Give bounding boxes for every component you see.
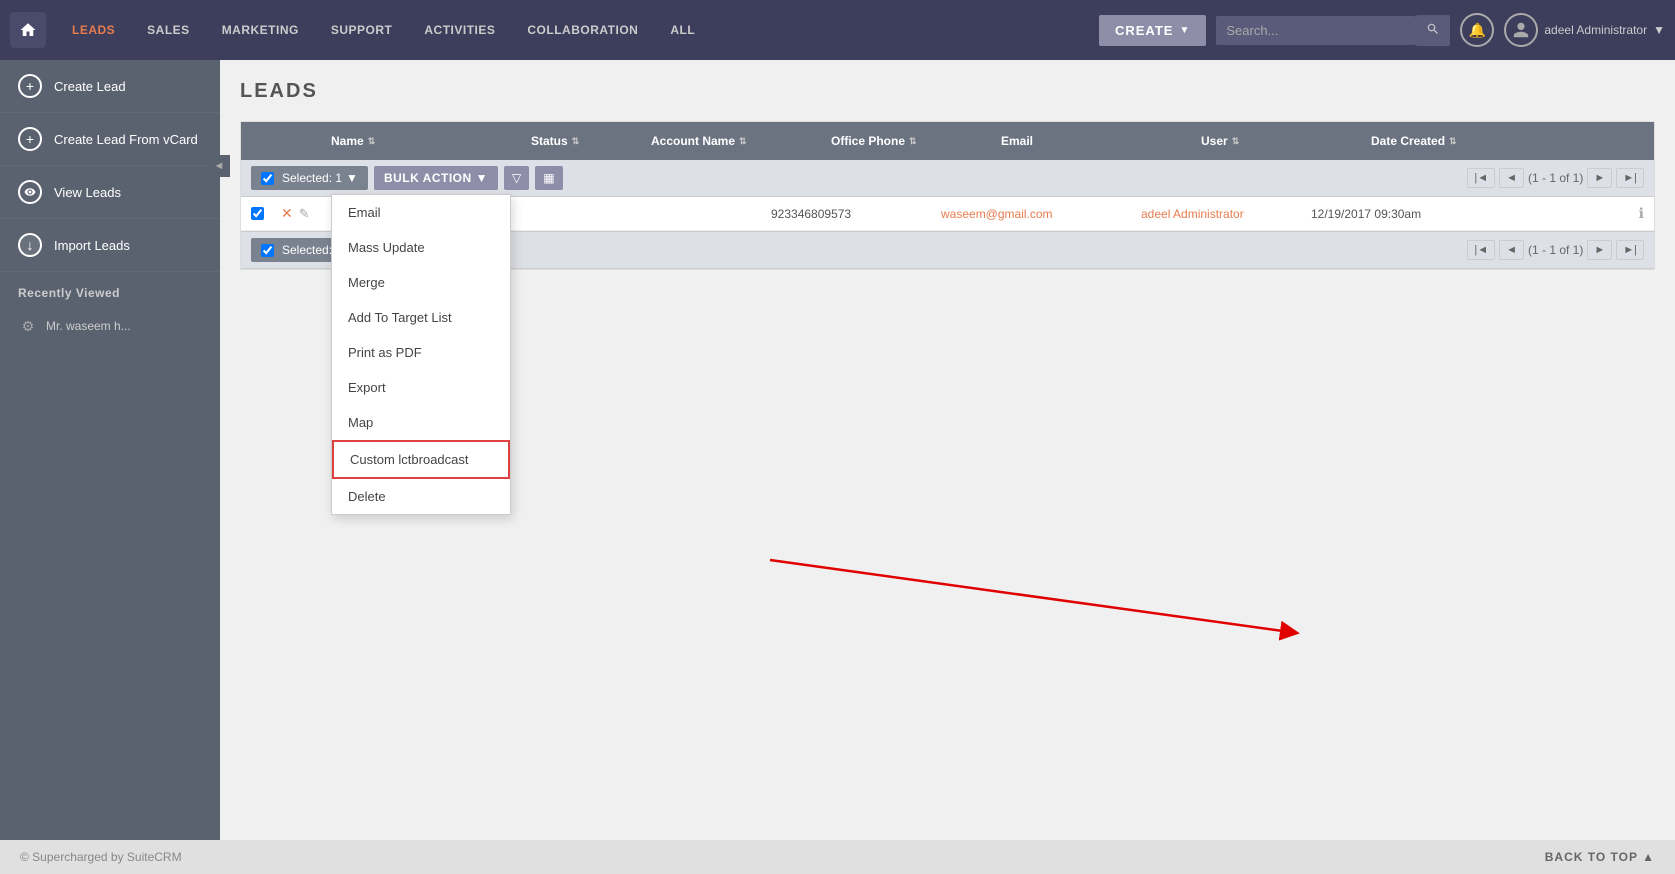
leads-table-container: Name ⇅ Status ⇅ Account Name ⇅ Office Ph…: [240, 121, 1655, 270]
user-avatar: [1504, 13, 1538, 47]
back-to-top-button[interactable]: BACK TO TOP ▲: [1545, 850, 1655, 864]
recently-viewed-label-1: Mr. waseem h...: [46, 319, 131, 333]
main-content: LEADS Name ⇅ Status ⇅ Account Name ⇅: [220, 60, 1675, 840]
nav-activities[interactable]: ACTIVITIES: [408, 0, 511, 60]
th-user: User ⇅: [1191, 122, 1361, 160]
th-name: Name ⇅: [321, 122, 521, 160]
sidebar-item-label-create-lead: Create Lead: [54, 79, 126, 94]
nav-right-section: CREATE ▼ 🔔 adeel Administrator ▼: [1099, 13, 1665, 47]
row-user[interactable]: adeel Administrator: [1141, 207, 1311, 221]
sidebar-item-view-leads[interactable]: View Leads: [0, 166, 220, 219]
pagination-label: (1 - 1 of 1): [1528, 171, 1583, 185]
bulk-menu-map[interactable]: Map: [332, 405, 510, 440]
pagination-label-bottom: (1 - 1 of 1): [1528, 243, 1583, 257]
create-lead-icon: +: [18, 74, 42, 98]
sidebar-item-create-lead-vcard[interactable]: + Create Lead From vCard: [0, 113, 220, 166]
footer-copyright: © Supercharged by SuiteCRM: [20, 850, 182, 864]
recently-viewed-title: Recently Viewed: [0, 272, 220, 306]
top-navigation: LEADS SALES MARKETING SUPPORT ACTIVITIES…: [0, 0, 1675, 60]
user-dropdown-arrow: ▼: [1653, 23, 1665, 37]
bulk-menu-mass-update[interactable]: Mass Update: [332, 230, 510, 265]
row-info-button[interactable]: ℹ: [1639, 205, 1644, 222]
home-icon[interactable]: [10, 12, 46, 48]
row-phone: 923346809573: [771, 207, 941, 221]
search-button[interactable]: [1416, 15, 1450, 46]
sidebar-item-import-leads[interactable]: ↓ Import Leads: [0, 219, 220, 272]
bulk-menu-email[interactable]: Email: [332, 195, 510, 230]
create-button[interactable]: CREATE ▼: [1099, 15, 1206, 46]
sidebar-item-label-view-leads: View Leads: [54, 185, 121, 200]
next-page-button-bottom[interactable]: ►: [1587, 240, 1612, 260]
pagination-top: |◄ ◄ (1 - 1 of 1) ► ►|: [1467, 168, 1644, 188]
row-date: 12/19/2017 09:30am: [1311, 207, 1639, 221]
bulk-menu-delete[interactable]: Delete: [332, 479, 510, 514]
bulk-menu-custom-lctbroadcast[interactable]: Custom lctbroadcast: [332, 440, 510, 479]
first-page-button[interactable]: |◄: [1467, 168, 1495, 188]
search-wrapper: [1216, 15, 1450, 46]
nav-items: LEADS SALES MARKETING SUPPORT ACTIVITIES…: [56, 0, 1099, 60]
view-leads-icon: [18, 180, 42, 204]
sidebar: ◄ + Create Lead + Create Lead From vCard…: [0, 60, 220, 840]
nav-collaboration[interactable]: COLLABORATION: [511, 0, 654, 60]
red-arrow-annotation: [420, 260, 1320, 660]
main-layout: ◄ + Create Lead + Create Lead From vCard…: [0, 60, 1675, 840]
user-name: adeel Administrator: [1544, 23, 1647, 37]
row-edit-button[interactable]: ✎: [299, 206, 310, 222]
th-account: Account Name ⇅: [641, 122, 821, 160]
pagination-bottom: |◄ ◄ (1 - 1 of 1) ► ►|: [1467, 240, 1644, 260]
row-checkbox[interactable]: [251, 207, 264, 220]
bulk-menu-print-pdf[interactable]: Print as PDF: [332, 335, 510, 370]
bulk-menu-export[interactable]: Export: [332, 370, 510, 405]
first-page-button-bottom[interactable]: |◄: [1467, 240, 1495, 260]
prev-page-button-bottom[interactable]: ◄: [1499, 240, 1524, 260]
sidebar-item-create-lead[interactable]: + Create Lead: [0, 60, 220, 113]
view-toggle-button[interactable]: ▦: [535, 166, 562, 190]
bulk-action-button[interactable]: BULK ACTION ▼: [374, 166, 498, 190]
table-header: Name ⇅ Status ⇅ Account Name ⇅ Office Ph…: [241, 122, 1654, 160]
create-dropdown-arrow: ▼: [1179, 25, 1190, 36]
create-lead-vcard-icon: +: [18, 127, 42, 151]
bulk-action-dropdown: Email Mass Update Merge Add To Target Li…: [331, 194, 511, 515]
row-checkbox-cell: [251, 207, 281, 220]
sidebar-item-label-import-leads: Import Leads: [54, 238, 130, 253]
bulk-action-bar-top: Selected: 1 ▼ BULK ACTION ▼ ▽ ▦ Email Ma…: [241, 160, 1654, 197]
row-delete-button[interactable]: ✕: [281, 205, 293, 222]
next-page-button[interactable]: ►: [1587, 168, 1612, 188]
import-leads-icon: ↓: [18, 233, 42, 257]
th-email: Email: [991, 122, 1191, 160]
filter-button[interactable]: ▽: [504, 166, 529, 190]
th-phone: Office Phone ⇅: [821, 122, 991, 160]
nav-sales[interactable]: SALES: [131, 0, 206, 60]
last-page-button-bottom[interactable]: ►|: [1616, 240, 1644, 260]
select-checkbox[interactable]: [261, 172, 274, 185]
selected-count-button[interactable]: Selected: 1 ▼: [251, 166, 368, 190]
select-checkbox-bottom[interactable]: [261, 244, 274, 257]
nav-all[interactable]: ALL: [654, 0, 711, 60]
footer: © Supercharged by SuiteCRM BACK TO TOP ▲: [0, 840, 1675, 874]
row-action-buttons: ✕ ✎: [281, 205, 331, 222]
th-status: Status ⇅: [521, 122, 641, 160]
nav-support[interactable]: SUPPORT: [315, 0, 409, 60]
bulk-menu-merge[interactable]: Merge: [332, 265, 510, 300]
recently-viewed-item-1[interactable]: ⚙ Mr. waseem h...: [0, 306, 220, 346]
row-email[interactable]: waseem@gmail.com: [941, 207, 1141, 221]
search-input[interactable]: [1216, 16, 1416, 45]
sidebar-collapse-button[interactable]: ◄: [208, 155, 230, 177]
th-date: Date Created ⇅: [1361, 122, 1654, 160]
bulk-menu-add-target-list[interactable]: Add To Target List: [332, 300, 510, 335]
sidebar-item-label-vcard: Create Lead From vCard: [54, 132, 198, 147]
recently-viewed-icon-1: ⚙: [18, 316, 38, 336]
notifications-button[interactable]: 🔔: [1460, 13, 1494, 47]
prev-page-button[interactable]: ◄: [1499, 168, 1524, 188]
nav-marketing[interactable]: MARKETING: [206, 0, 315, 60]
last-page-button[interactable]: ►|: [1616, 168, 1644, 188]
user-section[interactable]: adeel Administrator ▼: [1504, 13, 1665, 47]
page-title: LEADS: [240, 80, 1655, 103]
nav-leads[interactable]: LEADS: [56, 0, 131, 60]
